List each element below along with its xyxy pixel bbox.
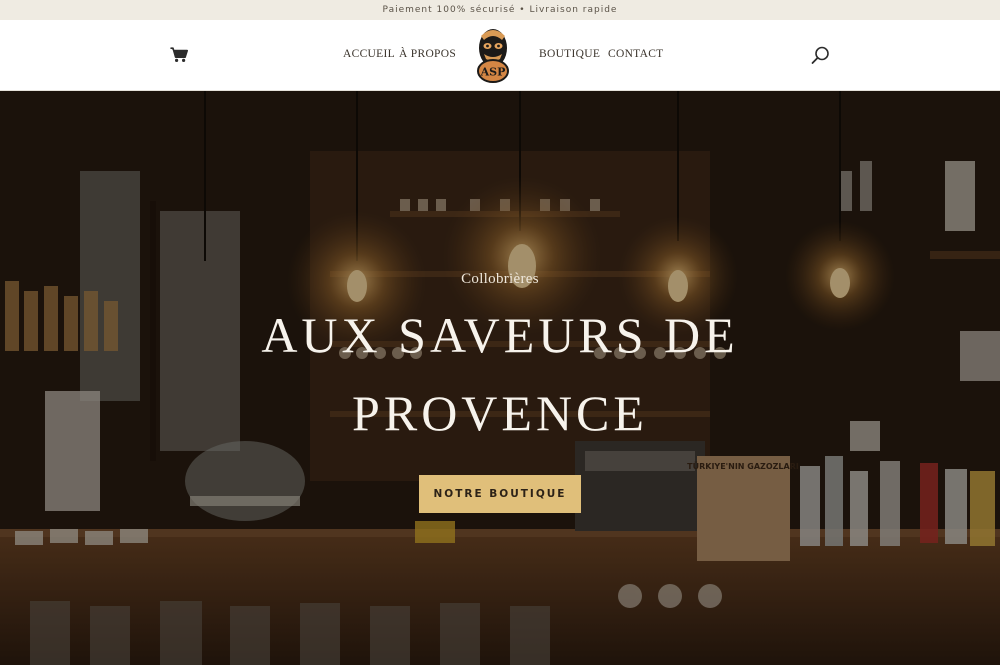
nav-accueil[interactable]: ACCUEIL [343, 48, 395, 60]
cart-icon[interactable] [170, 47, 188, 63]
notre-boutique-button[interactable]: NOTRE BOUTIQUE [419, 475, 581, 513]
nav-contact[interactable]: CONTACT [608, 48, 663, 60]
brand-logo[interactable]: ASP [475, 26, 511, 84]
nav-a-propos[interactable]: À PROPOS [399, 48, 456, 60]
announcement-text: Paiement 100% sécurisé • Livraison rapid… [382, 5, 618, 15]
logo-lettering: ASP [480, 66, 506, 79]
hero-section: TÜRKIYE'NIN GAZOZLARI Collobrières AUX S… [0, 91, 1000, 665]
search-icon[interactable] [811, 46, 830, 65]
announcement-bar: Paiement 100% sécurisé • Livraison rapid… [0, 0, 1000, 20]
hero-subtitle: Collobrières [461, 271, 539, 287]
nav-boutique[interactable]: BOUTIQUE [539, 48, 600, 60]
site-header: ACCUEIL À PROPOS ASP BOUTIQUE CONTACT [0, 20, 1000, 91]
hero-title: AUX SAVEURS DE PROVENCE [261, 307, 739, 441]
